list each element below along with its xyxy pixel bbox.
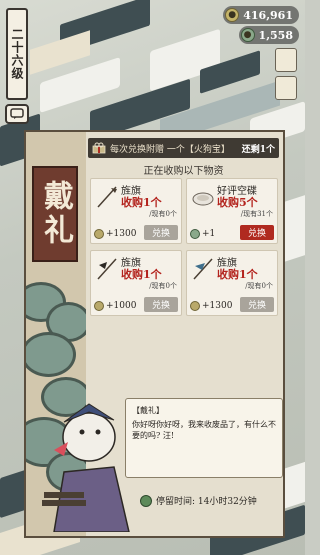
- item-reward: +1300: [94, 229, 136, 239]
- trade-card: 好评空碟 收购5个 /现有31个 +1 兑换: [186, 178, 278, 244]
- item-owned: /现有0个: [245, 282, 273, 290]
- bonus-notice-bar: 每次兑换附赠 一个【火狗宝】 还剩1个: [88, 138, 279, 158]
- merchant-name-plaque: 戴礼: [32, 166, 78, 262]
- remaining-count: 还剩1个: [241, 144, 275, 155]
- flag-item-icon: [97, 258, 117, 280]
- stay-timer: 停留时间: 14小时32分钟: [140, 494, 257, 507]
- silver-coin-icon: [190, 301, 200, 311]
- item-request: 收购1个: [121, 196, 162, 209]
- exchange-button[interactable]: 兑换: [240, 297, 274, 312]
- trade-card: 旌旗 收购1个 /现有0个 +1300 兑换: [90, 178, 182, 244]
- merchant-name: 戴礼: [38, 180, 73, 248]
- level-text: 二十六级: [10, 28, 24, 80]
- dialog-text: 你好呀你好呀，我来收废品了，有什么不要的吗? 汪!: [132, 420, 276, 440]
- flag-item-icon: [97, 186, 117, 208]
- silver-coin-icon: ●: [225, 8, 240, 22]
- stay-timer-text: 停留时间: 14小时32分钟: [156, 497, 257, 507]
- item-owned: /现有0个: [149, 210, 177, 218]
- bonus-notice-text: 每次兑换附赠 一个【火狗宝】: [110, 144, 230, 155]
- purchase-subtitle: 正在收购以下物资: [143, 166, 224, 177]
- player-level-badge[interactable]: 二十六级: [6, 8, 28, 100]
- exchange-button[interactable]: 兑换: [240, 225, 274, 240]
- menu-button-2[interactable]: [275, 76, 297, 100]
- silver-coin-icon: [94, 229, 104, 239]
- item-reward: +1000: [94, 301, 136, 311]
- trade-card: 旌旗 收购1个 /现有0个 +1300 兑换: [186, 250, 278, 316]
- jade-coin-icon: ●: [240, 28, 255, 42]
- silver-amount: 416,961: [243, 8, 293, 22]
- trade-card: 旌旗 收购1个 /现有0个 +1000 兑换: [90, 250, 182, 316]
- item-owned: /现有0个: [149, 282, 177, 290]
- empty-plate-icon: [192, 192, 214, 206]
- menu-button-1[interactable]: [275, 48, 297, 72]
- item-request: 收购1个: [217, 268, 258, 281]
- reward-amount: +1: [202, 229, 216, 239]
- reward-amount: +1300: [202, 301, 233, 311]
- clock-icon: [140, 494, 152, 507]
- item-reward: +1300: [190, 301, 232, 311]
- flag-item-icon: [193, 258, 213, 280]
- silver-currency[interactable]: ● 416,961: [223, 6, 299, 24]
- merchant-dialog: 【戴礼】 你好呀你好呀，我来收废品了，有什么不要的吗? 汪!: [125, 398, 283, 478]
- item-request: 收购5个: [217, 196, 258, 209]
- exchange-button[interactable]: 兑换: [144, 225, 178, 240]
- reward-amount: +1300: [106, 229, 137, 239]
- dialog-speaker: 【戴礼】: [132, 406, 164, 415]
- item-request: 收购1个: [121, 268, 162, 281]
- item-owned: /现有31个: [240, 210, 273, 218]
- chat-button[interactable]: [5, 104, 29, 124]
- item-reward: +1: [190, 229, 215, 239]
- silver-coin-icon: [94, 301, 104, 311]
- exchange-button[interactable]: 兑换: [144, 297, 178, 312]
- chat-icon: [10, 108, 24, 119]
- reward-amount: +1000: [106, 301, 137, 311]
- jade-currency[interactable]: ● 1,558: [238, 26, 299, 44]
- jade-amount: 1,558: [258, 28, 293, 42]
- jade-coin-icon: [190, 229, 200, 239]
- gift-icon: [92, 142, 106, 154]
